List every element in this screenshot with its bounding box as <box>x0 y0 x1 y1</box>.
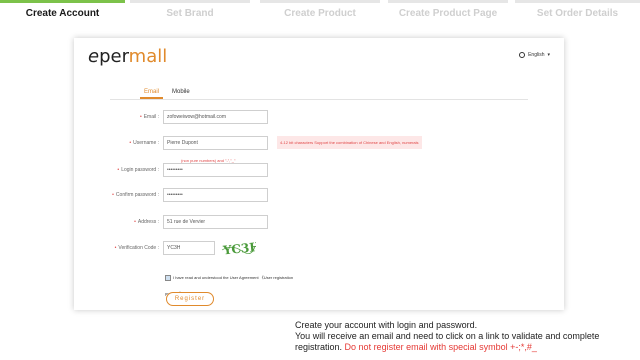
address-field[interactable]: 51 rue de Vervier <box>163 215 268 229</box>
step-create-account: Create Account <box>0 0 125 24</box>
username-label: • Username : <box>129 140 159 146</box>
registration-screenshot: epermall English ▾ Email Mobile • Email :… <box>74 38 564 310</box>
step-label: Set Order Details <box>536 8 619 19</box>
globe-icon <box>519 52 526 58</box>
instructions: Create your account with login and passw… <box>295 320 635 353</box>
step-create-product: Create Product <box>260 0 380 24</box>
login-password-row: • Login password : ••••••••• <box>74 163 564 177</box>
username-error: 4-12 bit characters Support the combinat… <box>277 136 422 149</box>
confirm-password-row: • Confirm password : ••••••••• <box>74 188 564 202</box>
step-bar <box>515 0 640 3</box>
step-label: Create Account <box>25 8 100 19</box>
login-password-field[interactable]: ••••••••• <box>163 163 268 177</box>
step-bar <box>130 0 250 3</box>
special-symbol-warning: Do not register email with special symbo… <box>344 342 537 352</box>
opermall-logo: epermall <box>88 46 168 67</box>
step-bar <box>388 0 508 3</box>
email-field[interactable]: zofoweiwow@hotmail.com <box>163 110 268 124</box>
signup-tabs: Email Mobile <box>110 87 528 100</box>
verification-row: • Verification Code : YC3H YC3H <box>74 240 564 256</box>
language-label: English <box>528 52 545 58</box>
step-create-product-page: Create Product Page <box>388 0 508 24</box>
step-bar <box>260 0 380 3</box>
progress-steps: Create Account Set Brand Create Product … <box>0 0 640 24</box>
language-selector[interactable]: English ▾ <box>519 52 550 58</box>
verification-label: • Verification Code : <box>114 245 159 251</box>
username-field[interactable]: Pierre Dupont <box>163 136 268 150</box>
step-set-order-details: Set Order Details <box>515 0 640 24</box>
chevron-down-icon: ▾ <box>547 52 550 58</box>
confirm-password-label: • Confirm password : <box>112 192 159 198</box>
email-label: • Email : <box>139 114 159 120</box>
step-label: Create Product <box>284 8 356 19</box>
login-password-label: • Login password : <box>117 167 159 173</box>
verification-code-field[interactable]: YC3H <box>163 241 215 255</box>
agreement-checkbox[interactable] <box>165 274 171 281</box>
register-button[interactable]: Register <box>166 292 214 306</box>
instructions-line-1: Create your account with login and passw… <box>295 320 478 330</box>
email-row: • Email : zofoweiwow@hotmail.com <box>74 110 564 124</box>
tab-email[interactable]: Email <box>140 87 164 99</box>
captcha-image[interactable]: YC3H <box>220 240 256 256</box>
confirm-password-field[interactable]: ••••••••• <box>163 188 268 202</box>
tab-mobile[interactable]: Mobile <box>172 87 190 99</box>
step-label: Create Product Page <box>398 8 498 19</box>
step-label: Set Brand <box>166 8 214 19</box>
instructions-line-2: You will receive an email and need to cl… <box>295 331 600 352</box>
step-bar <box>0 0 125 3</box>
username-row: • Username : Pierre Dupont 4-12 bit chara… <box>74 136 564 150</box>
address-label: • Address : <box>134 219 159 225</box>
address-row: • Address : 51 rue de Vervier <box>74 215 564 229</box>
step-set-brand: Set Brand <box>130 0 250 24</box>
